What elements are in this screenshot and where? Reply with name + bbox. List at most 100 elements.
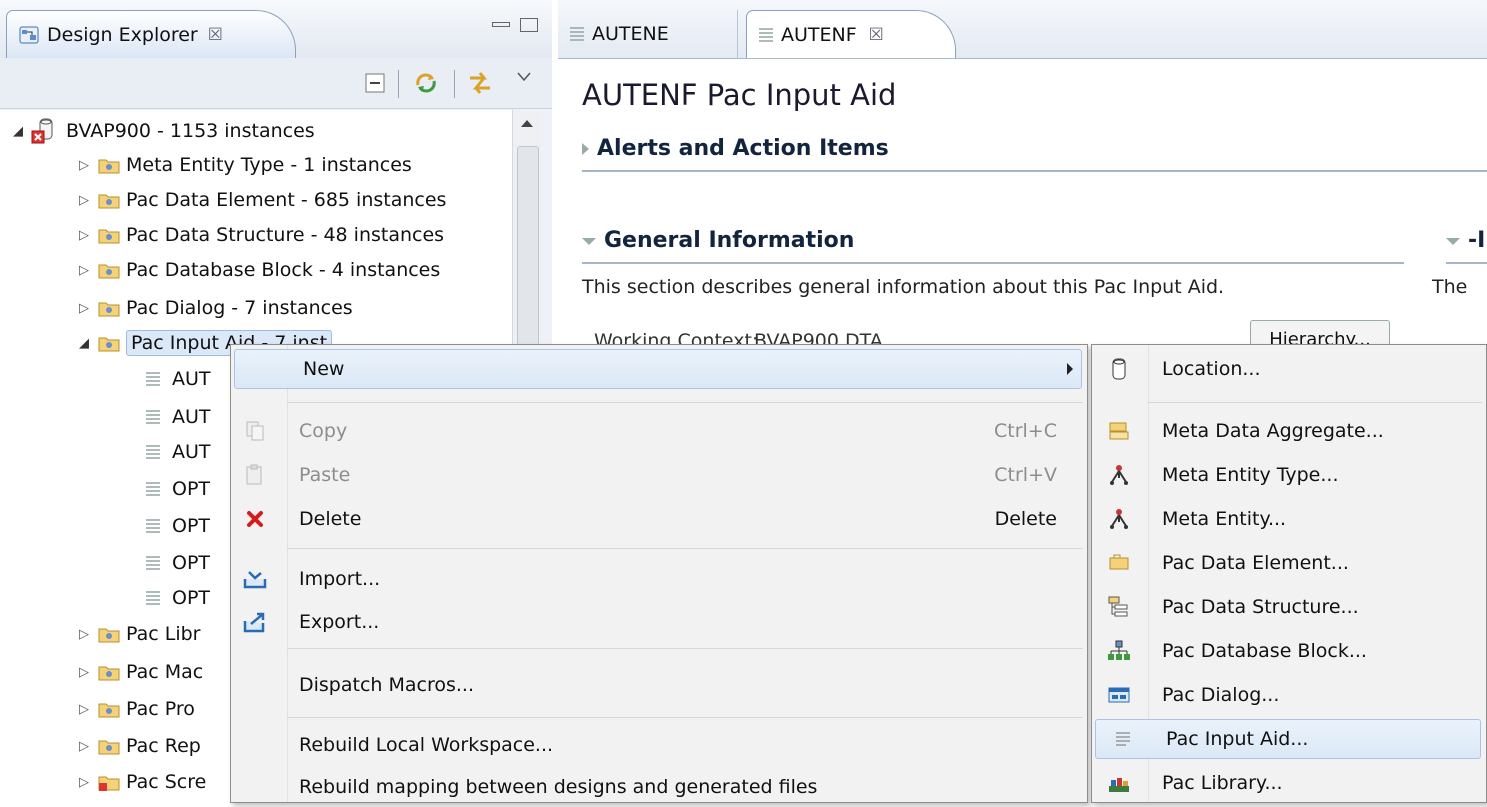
expand-toggle-icon[interactable]: ◢ <box>10 124 26 139</box>
menu-item-copy[interactable]: Copy Ctrl+C <box>231 411 1083 451</box>
folder-error-icon <box>98 776 120 791</box>
explorer-tab-title: Design Explorer <box>47 23 198 46</box>
submenu-item-pac-data-structure[interactable]: Pac Data Structure... <box>1092 587 1482 627</box>
expand-toggle-icon[interactable]: ▷ <box>76 193 92 208</box>
submenu-item-label: Meta Data Aggregate... <box>1162 420 1384 442</box>
tree-node-pac-library[interactable]: ▷ Pac Libr <box>76 617 200 651</box>
menu-item-import[interactable]: Import... <box>231 559 1083 599</box>
menu-item-rebuild-mapping[interactable]: Rebuild mapping between designs and gene… <box>231 767 1083 807</box>
editor-tab-autene[interactable]: AUTENE <box>558 10 738 58</box>
alerts-section-header[interactable]: Alerts and Action Items <box>582 136 889 161</box>
tree-node-location[interactable]: ◢ BVAP900 - 1153 instances <box>10 114 315 148</box>
tree-node-input-aid[interactable]: OPT <box>146 472 210 506</box>
expand-toggle-icon[interactable]: ▷ <box>76 228 92 243</box>
submenu-item-label: Pac Dialog... <box>1162 684 1280 706</box>
tree-node-label: AUT <box>172 406 211 428</box>
view-menu-icon[interactable] <box>512 62 536 92</box>
paste-icon <box>243 463 267 487</box>
expand-toggle-icon[interactable]: ▷ <box>76 301 92 316</box>
design-explorer-tab[interactable]: Design Explorer ☒ <box>6 10 296 58</box>
tree-node-pac-database-block[interactable]: ▷ Pac Database Block - 4 instances <box>76 253 440 287</box>
menu-item-delete[interactable]: Delete Delete <box>231 499 1083 539</box>
expand-toggle-icon[interactable]: ▷ <box>76 263 92 278</box>
maximize-icon[interactable] <box>520 18 538 32</box>
tree-node-label: OPT <box>172 515 211 537</box>
minimize-icon[interactable] <box>492 22 510 27</box>
tree-node-pac-data-element[interactable]: ▷ Pac Data Element - 685 instances <box>76 183 446 217</box>
section-divider <box>582 170 1487 172</box>
submenu-item-pac-library[interactable]: Pac Library... <box>1092 763 1482 803</box>
collapse-all-icon[interactable] <box>362 68 388 98</box>
expand-toggle-icon[interactable]: ▷ <box>76 739 92 754</box>
tree-node-pac-data-structure[interactable]: ▷ Pac Data Structure - 48 instances <box>76 218 444 252</box>
expand-toggle-icon[interactable]: ▷ <box>76 627 92 642</box>
section-divider <box>582 262 1404 264</box>
menu-item-paste[interactable]: Paste Ctrl+V <box>231 455 1083 495</box>
folder-icon <box>98 194 120 209</box>
close-icon[interactable]: ☒ <box>869 25 884 45</box>
tree-node-label: BVAP900 - 1153 instances <box>66 120 315 142</box>
partial-section-header[interactable]: -I <box>1446 228 1485 253</box>
submenu-item-label: Pac Library... <box>1162 772 1283 794</box>
submenu-item-location[interactable]: Location... <box>1092 349 1482 389</box>
new-submenu: Location... Meta Data Aggregate... Meta … <box>1091 344 1487 803</box>
submenu-item-meta-data-aggregate[interactable]: Meta Data Aggregate... <box>1092 411 1482 451</box>
tree-node-pac-dialog[interactable]: ▷ Pac Dialog - 7 instances <box>76 291 353 325</box>
scroll-up-icon[interactable] <box>521 120 533 127</box>
collapse-icon <box>582 237 596 245</box>
pac-data-structure-icon <box>1106 594 1132 620</box>
tree-node-label: AUT <box>172 368 211 390</box>
menu-item-rebuild-local-workspace[interactable]: Rebuild Local Workspace... <box>231 725 1083 765</box>
tree-node-input-aid[interactable]: AUT <box>146 362 211 396</box>
general-info-section-header[interactable]: General Information <box>582 228 854 253</box>
input-aid-icon <box>146 445 160 459</box>
expand-icon <box>582 143 589 155</box>
input-aid-icon <box>759 27 773 42</box>
submenu-item-pac-data-element[interactable]: Pac Data Element... <box>1092 543 1482 583</box>
folder-icon <box>98 159 120 174</box>
submenu-item-meta-entity[interactable]: Meta Entity... <box>1092 499 1482 539</box>
submenu-item-label: Pac Input Aid... <box>1166 728 1309 750</box>
refresh-icon[interactable] <box>410 68 442 98</box>
folder-icon <box>98 740 120 755</box>
expand-toggle-icon[interactable]: ▷ <box>76 775 92 790</box>
folder-icon <box>98 628 120 643</box>
tree-node-label: Pac Scre <box>126 771 207 793</box>
tree-node-pac-program[interactable]: ▷ Pac Pro <box>76 692 195 726</box>
expand-toggle-icon[interactable]: ◢ <box>76 336 92 351</box>
tree-node-input-aid[interactable]: OPT <box>146 546 210 580</box>
link-with-editor-icon[interactable] <box>464 68 496 98</box>
close-icon[interactable]: ☒ <box>208 25 223 45</box>
menu-item-dispatch-macros[interactable]: Dispatch Macros... <box>231 665 1083 705</box>
tree-node-meta-entity-type[interactable]: ▷ Meta Entity Type - 1 instances <box>76 148 412 182</box>
expand-toggle-icon[interactable]: ▷ <box>76 158 92 173</box>
input-aid-icon <box>570 27 584 41</box>
expand-toggle-icon[interactable]: ▷ <box>76 702 92 717</box>
submenu-item-pac-database-block[interactable]: Pac Database Block... <box>1092 631 1482 671</box>
tree-node-label: OPT <box>172 587 211 609</box>
submenu-item-pac-input-aid[interactable]: Pac Input Aid... <box>1095 719 1481 759</box>
explorer-tab-bar: Design Explorer ☒ <box>0 0 552 59</box>
tree-node-label: Pac Data Structure - 48 instances <box>126 224 445 246</box>
submenu-item-label: Pac Data Element... <box>1162 552 1349 574</box>
collapse-icon <box>1446 237 1460 245</box>
folder-icon <box>98 666 120 681</box>
tree-node-pac-screen[interactable]: ▷ Pac Scre <box>76 765 206 799</box>
submenu-item-label: Meta Entity Type... <box>1162 464 1339 486</box>
tree-node-pac-report[interactable]: ▷ Pac Rep <box>76 729 201 763</box>
folder-icon <box>98 302 120 317</box>
tree-node-input-aid[interactable]: AUT <box>146 435 211 469</box>
tree-node-pac-macro[interactable]: ▷ Pac Mac <box>76 655 203 689</box>
submenu-item-pac-dialog[interactable]: Pac Dialog... <box>1092 675 1482 715</box>
expand-toggle-icon[interactable]: ▷ <box>76 665 92 680</box>
tree-node-label: OPT <box>172 552 211 574</box>
editor-tab-autenf[interactable]: AUTENF ☒ <box>746 10 956 58</box>
menu-item-label: Rebuild mapping between designs and gene… <box>299 776 818 798</box>
tree-node-input-aid[interactable]: OPT <box>146 509 210 543</box>
meta-entity-icon <box>1106 506 1132 532</box>
tree-node-input-aid[interactable]: AUT <box>146 400 211 434</box>
menu-item-export[interactable]: Export... <box>231 602 1083 642</box>
tree-node-input-aid[interactable]: OPT <box>146 581 210 615</box>
submenu-item-meta-entity-type[interactable]: Meta Entity Type... <box>1092 455 1482 495</box>
menu-item-new[interactable]: New <box>234 349 1082 389</box>
